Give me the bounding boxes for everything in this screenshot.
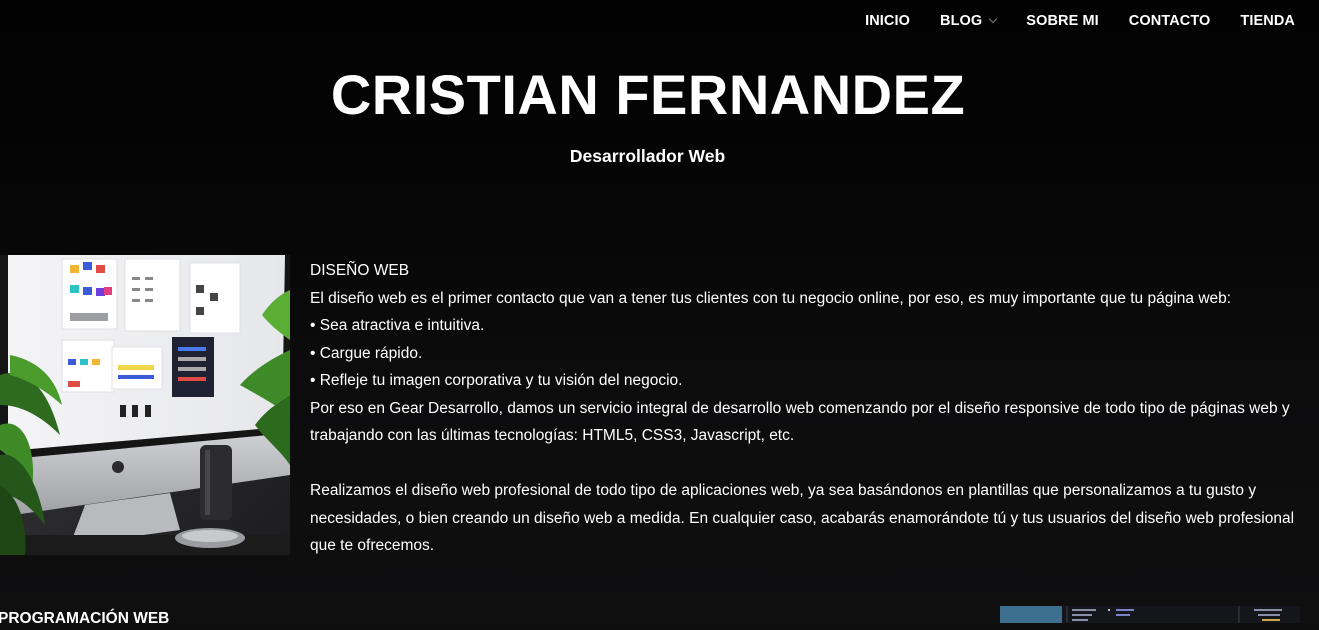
- web-design-image: [0, 255, 290, 555]
- nav-item-label: INICIO: [865, 13, 910, 29]
- section-paragraph: Realizamos el diseño web profesional de …: [310, 482, 1295, 554]
- bullet-item: • Sea atractiva e intuitiva.: [310, 317, 485, 334]
- nav-item-inicio[interactable]: INICIO: [865, 10, 910, 32]
- nav-item-label: TIENDA: [1240, 13, 1295, 29]
- nav-item-label: CONTACTO: [1128, 13, 1211, 29]
- page-title: CRISTIAN FERNANDEZ: [330, 63, 966, 126]
- programming-section-heading: PROGRAMACIÓN WEB: [0, 610, 170, 627]
- nav-item-sobre-mi[interactable]: SOBRE MI: [1026, 10, 1099, 32]
- section-intro: El diseño web es el primer contacto que …: [310, 289, 1232, 307]
- nav-item-label: BLOG: [940, 13, 983, 29]
- bullet-item: • Refleje tu imagen corporativa y tu vis…: [310, 372, 683, 389]
- web-design-section: DISEÑO WEB El diseño web es el primer co…: [310, 257, 1300, 560]
- nav-item-label: SOBRE MI: [1026, 13, 1099, 29]
- bullet-item: • Cargue rápido.: [310, 344, 423, 362]
- nav-item-contacto[interactable]: CONTACTO: [1129, 10, 1211, 32]
- page-subtitle: Desarrollador Web: [569, 146, 726, 166]
- main-nav: INICIO BLOG SOBRE MI CONTACTO TIENDA: [865, 10, 1295, 32]
- nav-item-blog[interactable]: BLOG: [940, 10, 998, 32]
- chevron-down-icon[interactable]: [989, 14, 998, 24]
- nav-item-tienda[interactable]: TIENDA: [1240, 10, 1295, 32]
- section-paragraph: Por eso en Gear Desarrollo, damos un ser…: [310, 399, 1290, 445]
- section-heading: DISEÑO WEB: [310, 262, 410, 279]
- web-programming-image: [1000, 606, 1300, 623]
